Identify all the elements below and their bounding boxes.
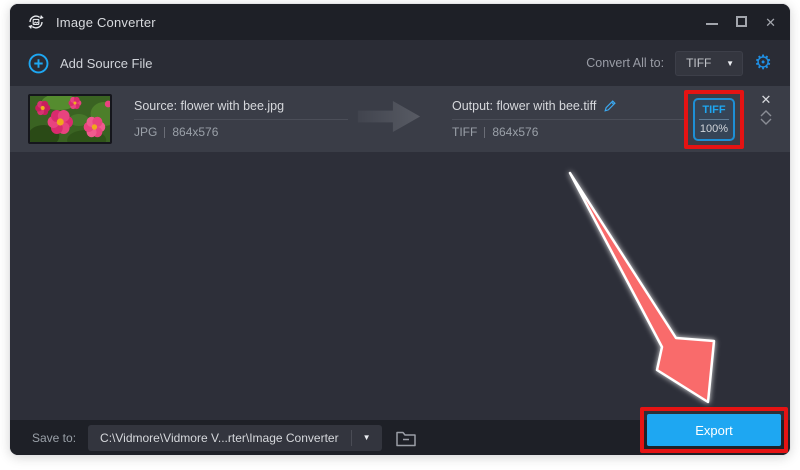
move-down-icon[interactable] [760,118,772,125]
minimize-button[interactable] [706,16,718,29]
add-source-file-button[interactable]: Add Source File [28,53,153,74]
export-highlight-box: Export [640,407,788,453]
convert-format-dropdown[interactable]: TIFF ▼ [675,51,743,76]
title-bar: Image Converter ✕ [10,4,790,40]
convert-direction-arrow-icon [354,99,424,139]
file-list-empty-area [10,152,790,420]
toolbar: Add Source File Convert All to: TIFF ▼ ⚙ [10,40,790,86]
divider [164,127,165,138]
output-info: Output: flower with bee.tiff TIFF 864x57… [452,99,684,139]
window-controls: ✕ [706,16,776,29]
convert-format-value: TIFF [676,56,726,70]
close-button[interactable]: ✕ [765,16,776,29]
save-path-combo[interactable]: C:\Vidmore\Vidmore V...rter\Image Conver… [88,425,382,451]
chevron-down-icon: ▼ [726,59,742,68]
app-logo-icon [26,12,46,32]
divider [134,119,348,120]
source-meta: JPG 864x576 [134,125,348,139]
minimize-icon [706,23,718,25]
app-window: Image Converter ✕ Add Source File Conver… [10,4,790,455]
save-to-label: Save to: [32,431,76,445]
output-filename-line: Output: flower with bee.tiff [452,99,684,113]
save-path-dropdown-icon[interactable]: ▼ [352,433,382,442]
save-path-value: C:\Vidmore\Vidmore V...rter\Image Conver… [88,431,351,445]
add-source-file-label: Add Source File [60,56,153,71]
window-title: Image Converter [56,15,156,30]
settings-gear-icon[interactable]: ⚙ [754,53,772,73]
output-filename: Output: flower with bee.tiff [452,99,596,113]
output-dimensions: 864x576 [492,125,538,139]
add-plus-icon [28,53,49,74]
row-controls: ✕ [760,86,772,152]
file-row: Source: flower with bee.jpg JPG 864x576 … [10,86,790,152]
move-up-icon[interactable] [760,110,772,117]
maximize-button[interactable] [736,16,747,29]
browse-folder-icon[interactable] [394,427,418,449]
badge-format-label: TIFF [702,104,725,116]
source-format: JPG [134,125,157,139]
toolbar-right-group: Convert All to: TIFF ▼ ⚙ [586,51,772,76]
source-thumbnail [28,94,112,144]
export-button[interactable]: Export [647,414,781,446]
output-meta: TIFF 864x576 [452,125,684,139]
rename-pencil-icon[interactable] [603,99,617,113]
source-dimensions: 864x576 [172,125,218,139]
source-filename: Source: flower with bee.jpg [134,99,348,113]
output-format-badge[interactable]: TIFF 100% [693,98,735,141]
remove-file-icon[interactable]: ✕ [761,93,772,106]
format-badge-highlight-box: TIFF 100% [684,90,744,149]
divider [699,119,729,120]
output-format: TIFF [452,125,477,139]
convert-all-label: Convert All to: [586,56,664,70]
divider [452,119,684,120]
footer-bar: Save to: C:\Vidmore\Vidmore V...rter\Ima… [10,420,790,455]
source-info: Source: flower with bee.jpg JPG 864x576 [134,99,348,139]
maximize-icon [736,16,747,27]
badge-quality-label: 100% [700,123,728,135]
divider [484,127,485,138]
